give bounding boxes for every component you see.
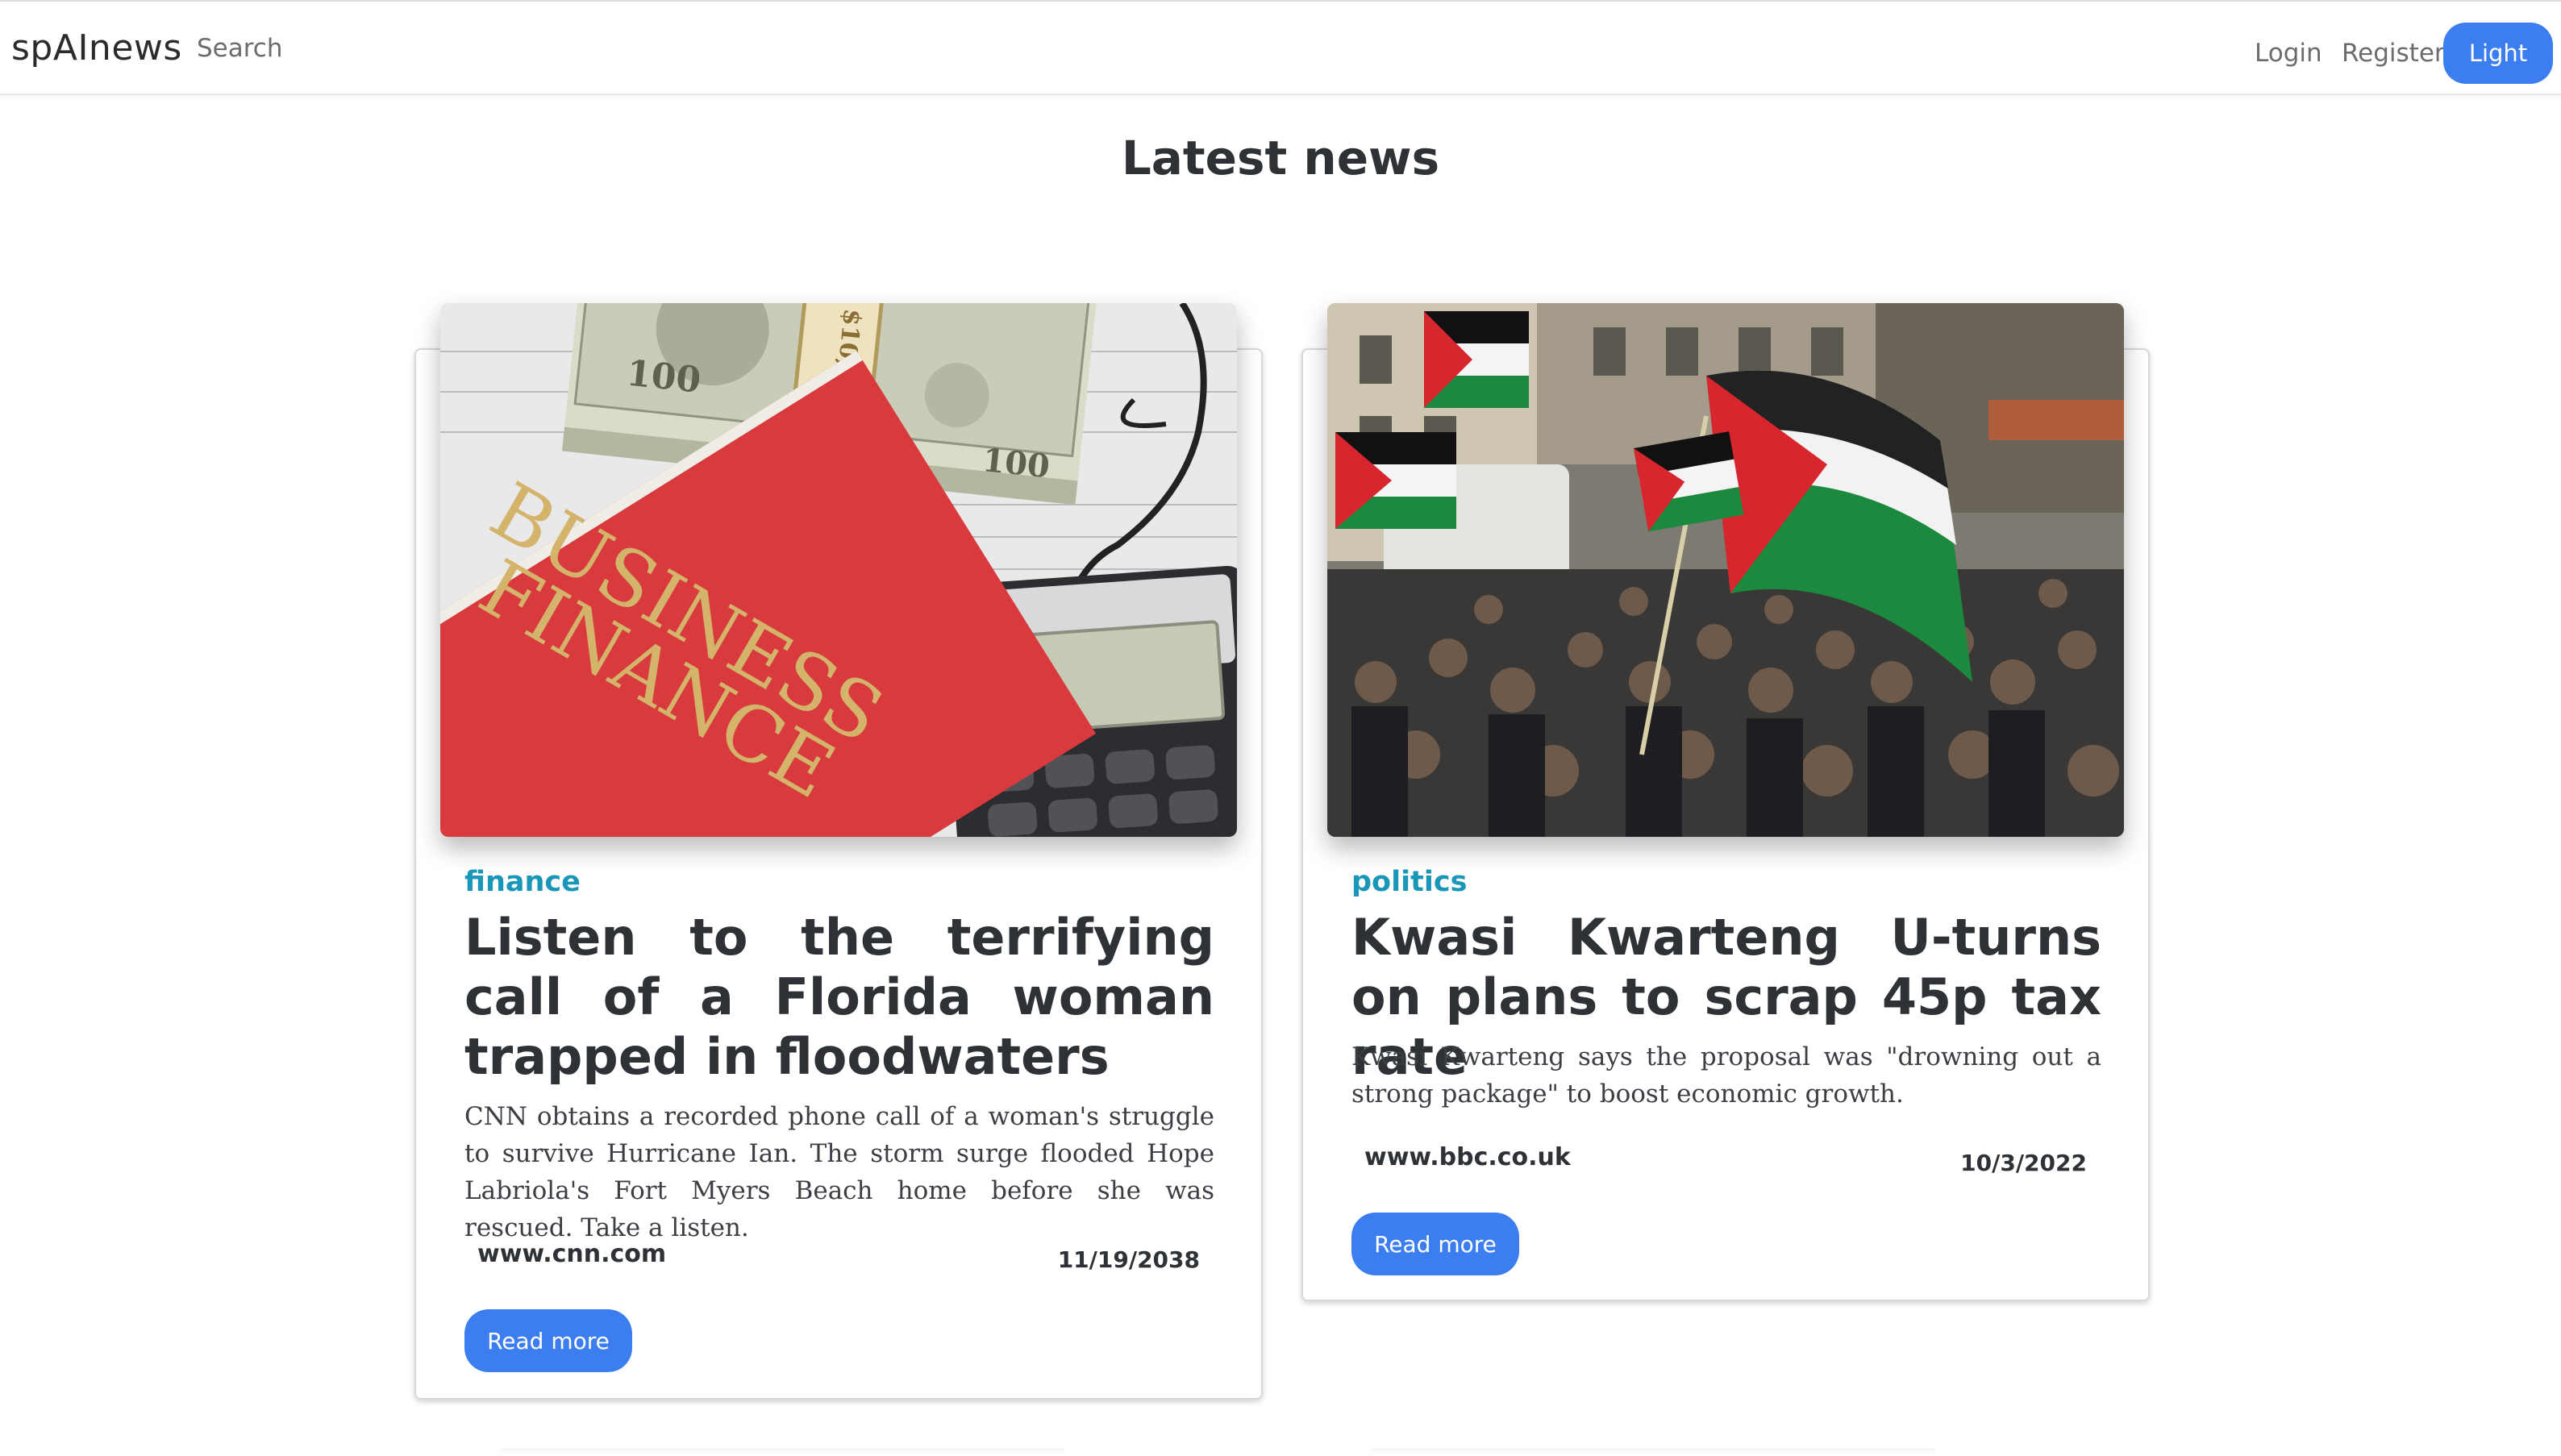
- next-card-shadow: [500, 1448, 1064, 1456]
- read-more-button[interactable]: Read more: [464, 1309, 632, 1372]
- register-link[interactable]: Register: [2342, 39, 2445, 68]
- article-summary: Kwasi Kwarteng says the proposal was "dr…: [1351, 1042, 2101, 1109]
- article-category[interactable]: politics: [1351, 866, 1467, 898]
- svg-text:100: 100: [625, 352, 703, 401]
- next-card-shadow: [1371, 1448, 1935, 1456]
- article-date: 11/19/2038: [1057, 1246, 1200, 1273]
- search-input[interactable]: [197, 34, 439, 63]
- article-date: 10/3/2022: [1960, 1150, 2087, 1176]
- brand-logo[interactable]: spAInews: [11, 27, 182, 69]
- theme-toggle-button[interactable]: Light: [2443, 23, 2553, 84]
- article-category[interactable]: finance: [464, 866, 581, 898]
- article-source[interactable]: www.bbc.co.uk: [1364, 1143, 1571, 1171]
- article-image-politics[interactable]: [1327, 303, 2124, 837]
- top-navbar: spAInews Login Register Light: [0, 0, 2561, 95]
- news-card: $10,000 100 100: [414, 303, 1263, 1400]
- article-source[interactable]: www.cnn.com: [477, 1240, 666, 1268]
- article-summary: CNN obtains a recorded phone call of a w…: [464, 1102, 1214, 1242]
- article-headline[interactable]: Listen to the terrifying call of a Flori…: [464, 908, 1214, 1087]
- news-card: politics Kwasi Kwarteng U-turns on plans…: [1301, 303, 2150, 1301]
- page-title: Latest news: [1121, 131, 1440, 185]
- article-image-finance[interactable]: $10,000 100 100: [440, 303, 1237, 837]
- read-more-button[interactable]: Read more: [1351, 1213, 1519, 1275]
- login-link[interactable]: Login: [2255, 39, 2322, 68]
